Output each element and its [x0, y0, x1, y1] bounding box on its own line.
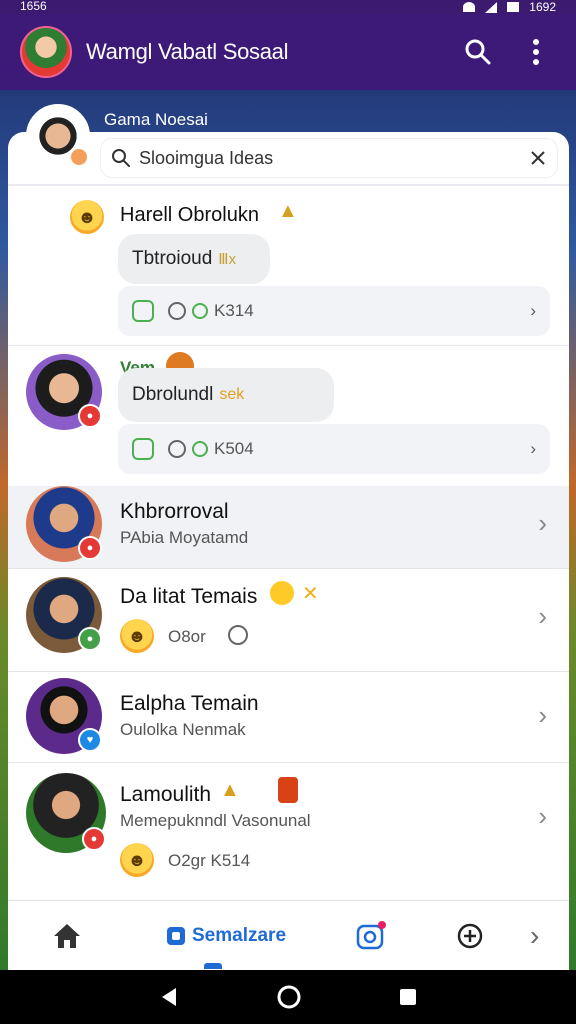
nav-home[interactable] — [52, 922, 82, 950]
avatar[interactable]: ● — [26, 486, 102, 562]
profile-avatar[interactable] — [20, 26, 72, 78]
add-circle-icon — [457, 923, 483, 948]
status-right-text: 1692 — [529, 0, 556, 14]
close-icon[interactable] — [529, 149, 547, 167]
chevron-right-icon[interactable]: › — [538, 700, 547, 731]
ok-icon — [192, 303, 208, 319]
hero-avatar[interactable] — [26, 104, 90, 168]
list-item[interactable]: ♥ Ealpha Temain Oulolka Nenmak › — [8, 672, 569, 762]
reaction-bar[interactable]: K314 › — [118, 286, 550, 336]
nav-semalzare[interactable]: Semalzare — [166, 925, 286, 947]
search-input[interactable]: Slooimgua Ideas — [139, 148, 529, 169]
more-button[interactable] — [516, 32, 556, 72]
nav-more[interactable]: › — [530, 920, 539, 952]
contact-name: Ealpha Temain — [120, 692, 259, 715]
hero-status-badge — [69, 147, 89, 167]
search-icon — [112, 149, 130, 167]
chevron-right-icon: › — [530, 919, 540, 951]
message-bubble[interactable]: Tbtroioud Ⅲx — [118, 234, 270, 284]
message-item[interactable]: ☻ Harell Obrolukn ▲ Tbtroioud Ⅲx K314 › — [8, 186, 569, 346]
search-bar[interactable]: Slooimgua Ideas — [100, 138, 558, 178]
avatar[interactable]: ● — [26, 354, 102, 430]
status-badge: ● — [78, 627, 102, 651]
message-tail: Ⅲx — [218, 251, 237, 268]
home-circle-icon[interactable] — [276, 984, 302, 1010]
emoji-icon: ☻ — [120, 843, 154, 877]
hero-name: Gama Noesai — [104, 110, 208, 129]
app-bar: Wamgl Vabatl Sosaal — [0, 14, 576, 90]
status-badge: ● — [82, 827, 106, 851]
nav-add[interactable] — [456, 922, 484, 950]
conversation-sheet: Slooimgua Ideas ☻ Harell Obrolukn ▲ Tbtr… — [8, 132, 569, 900]
message-bubble[interactable]: Dbrolundl sek — [118, 368, 334, 422]
chevron-right-icon[interactable]: › — [530, 439, 536, 459]
bell-emoji-icon: ▲ — [220, 779, 240, 801]
like-icon — [132, 438, 154, 460]
list-item[interactable]: ● Da litat Temais ✕ ☻ O8or › — [8, 569, 569, 671]
message-sender: Harell Obrolukn — [120, 204, 259, 226]
search-icon — [465, 39, 491, 65]
avatar[interactable]: ● — [26, 773, 106, 853]
emoji-outline-icon — [228, 625, 248, 645]
reaction-count: K314 — [214, 301, 254, 320]
status-badge: ● — [78, 404, 102, 428]
contact-name: Da litat Temais — [120, 585, 258, 608]
app-title: Wamgl Vabatl Sosaal — [86, 39, 289, 64]
contact-subtitle: PAbia Moyatamd — [120, 528, 249, 547]
contact-subtitle: Memepuknndl Vasonunal — [120, 811, 311, 830]
instagram-icon — [356, 920, 386, 949]
lantern-emoji-icon — [278, 777, 298, 803]
reaction-bar[interactable]: K504 › — [118, 424, 550, 474]
bell-emoji-icon: ▲ — [278, 200, 298, 222]
chevron-right-icon[interactable]: › — [538, 601, 547, 632]
chevron-right-icon[interactable]: › — [538, 801, 547, 832]
more-vert-icon — [533, 39, 539, 65]
emoji-icon: ☻ — [120, 619, 154, 653]
list-item[interactable]: ● Khbrorroval PAbia Moyatamd › — [8, 486, 569, 568]
avatar[interactable]: ♥ — [26, 678, 102, 754]
status-bar: 1656 1692 — [0, 0, 576, 14]
chat-icon — [167, 926, 185, 945]
party-emoji-icon: ✕ — [302, 583, 319, 605]
contact-name: Khbrorroval — [120, 500, 229, 523]
status-time: 1656 — [20, 0, 47, 13]
back-icon[interactable] — [158, 986, 180, 1008]
nav-active-label: Semalzare — [192, 924, 287, 946]
emoji-icon: ☻ — [70, 200, 104, 234]
chevron-right-icon[interactable]: › — [530, 301, 536, 321]
message-item[interactable]: ● Vem Dbrolundl sek K504 › — [8, 346, 569, 486]
message-text: Tbtroioud — [132, 248, 213, 269]
signal-icon — [485, 1, 498, 13]
list-item[interactable]: ● Lamoulith ▲ Memepuknndl Vasonunal ☻ O2… — [8, 763, 569, 893]
smile-emoji-icon — [270, 581, 294, 605]
wifi-icon — [463, 2, 476, 12]
heart-icon — [168, 302, 186, 320]
chevron-right-icon[interactable]: › — [538, 508, 547, 539]
home-icon — [54, 923, 80, 948]
contact-name: Lamoulith — [120, 783, 212, 806]
status-icons: 1692 — [463, 0, 556, 14]
reaction-count: K504 — [214, 439, 254, 458]
system-nav-bar — [0, 970, 576, 1024]
message-text: Dbrolundl — [132, 384, 214, 405]
nav-indicator — [204, 963, 222, 969]
like-icon — [132, 300, 154, 322]
contact-extra: O2gr K514 — [168, 851, 251, 870]
heart-icon — [168, 440, 186, 458]
ok-icon — [192, 441, 208, 457]
recents-icon[interactable] — [398, 987, 418, 1007]
contact-subtitle: O8or — [168, 627, 206, 646]
search-button[interactable] — [458, 32, 498, 72]
status-badge: ● — [78, 536, 102, 560]
status-badge: ♥ — [78, 728, 102, 752]
bottom-nav: Semalzare › — [8, 900, 569, 970]
nav-instagram[interactable] — [356, 920, 386, 951]
message-tail: sek — [219, 386, 245, 403]
battery-icon — [507, 2, 520, 12]
avatar[interactable]: ● — [26, 577, 102, 653]
contact-subtitle: Oulolka Nenmak — [120, 720, 246, 739]
